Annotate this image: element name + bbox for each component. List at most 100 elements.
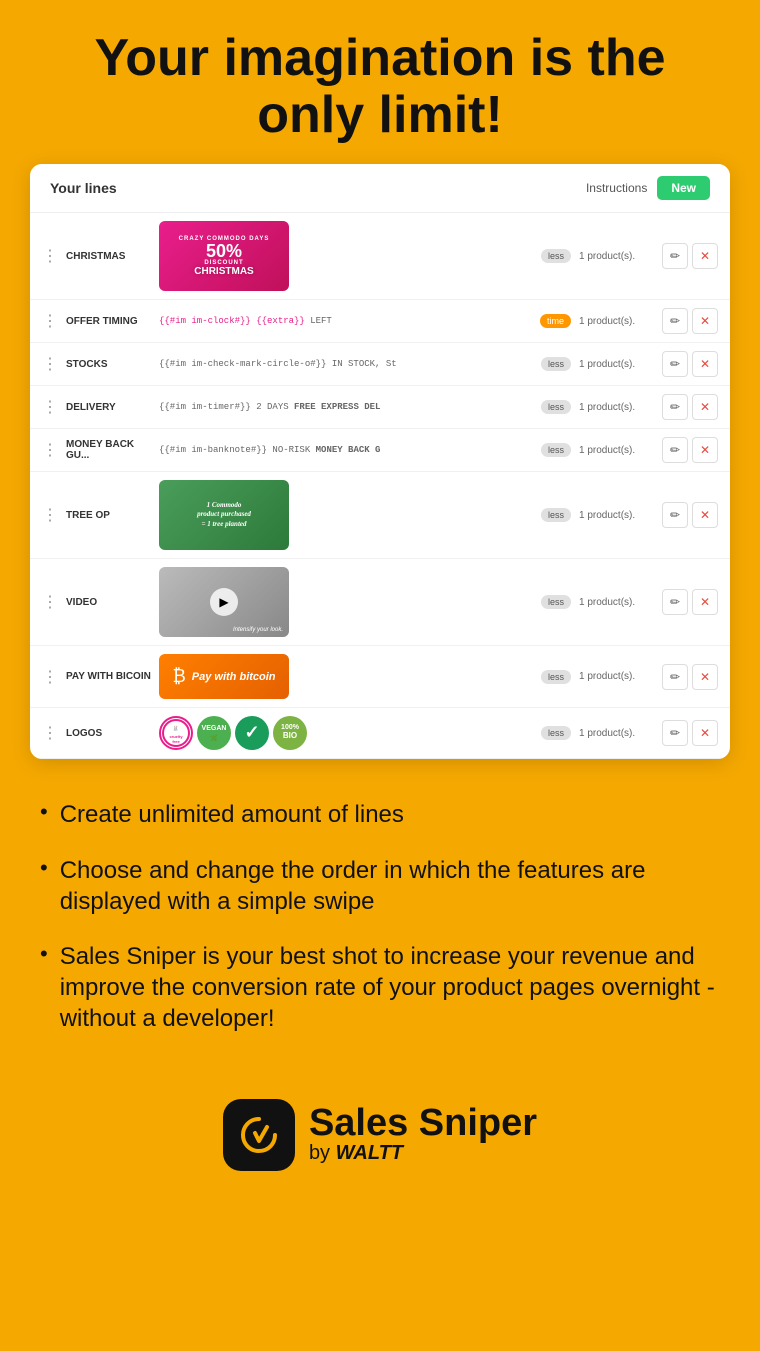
drag-handle[interactable]: ⋮ [42,667,58,687]
line-row: ⋮ LOGOS 🐰 cruelty free [30,708,730,759]
action-buttons: ✏ ✕ [662,502,718,528]
svg-text:🐰: 🐰 [173,725,179,732]
svg-text:free: free [172,739,180,744]
action-buttons: ✏ ✕ [662,243,718,269]
cruelty-free-logo: 🐰 cruelty free [159,716,193,750]
line-name: PAY WITH BICOIN [66,671,151,682]
brand-name-main: Sales Sniper [309,1104,537,1142]
badge: less [541,595,571,609]
line-preview: ₿ Pay with bitcoin [159,654,533,699]
badge: time [540,314,571,328]
app-header: Your lines Instructions New [30,164,730,213]
line-preview: {{#im im-timer#}} 2 DAYS FREE EXPRESS DE… [159,402,533,412]
line-name: OFFER TIMING [66,316,151,327]
line-row: ⋮ DELIVERY {{#im im-timer#}} 2 DAYS FREE… [30,386,730,429]
product-count: 1 product(s). [579,445,654,456]
product-count: 1 product(s). [579,510,654,521]
line-name: STOCKS [66,359,151,370]
drag-handle[interactable]: ⋮ [42,592,58,612]
drag-handle[interactable]: ⋮ [42,505,58,525]
app-header-title: Your lines [50,180,117,196]
delete-button[interactable]: ✕ [692,502,718,528]
bitcoin-text: Pay with bitcoin [192,671,276,683]
line-preview: CRAZY COMMODO DAYS 50% DISCOUNT CHRISTMA… [159,221,533,291]
delete-button[interactable]: ✕ [692,243,718,269]
delete-button[interactable]: ✕ [692,394,718,420]
line-name: VIDEO [66,597,151,608]
edit-button[interactable]: ✏ [662,589,688,615]
bullet-dot: • [40,941,48,967]
bullet-text: Create unlimited amount of lines [60,799,404,830]
action-buttons: ✏ ✕ [662,437,718,463]
edit-button[interactable]: ✏ [662,351,688,377]
tree-banner: 1 Commodoproduct purchased= 1 tree plant… [159,480,289,550]
bullet-item: • Choose and change the order in which t… [40,855,720,917]
delete-button[interactable]: ✕ [692,720,718,746]
edit-button[interactable]: ✏ [662,720,688,746]
line-row: ⋮ TREE OP 1 Commodoproduct purchased= 1 … [30,472,730,559]
edit-button[interactable]: ✏ [662,394,688,420]
edit-button[interactable]: ✏ [662,664,688,690]
brand-logo [223,1099,295,1171]
play-button[interactable]: ▶ [210,588,238,616]
lines-list: ⋮ CHRISTMAS CRAZY COMMODO DAYS 50% DISCO… [30,213,730,759]
drag-handle[interactable]: ⋮ [42,440,58,460]
instructions-link[interactable]: Instructions [586,181,647,195]
drag-handle[interactable]: ⋮ [42,311,58,331]
drag-handle[interactable]: ⋮ [42,354,58,374]
product-count: 1 product(s). [579,671,654,682]
product-count: 1 product(s). [579,597,654,608]
brand-name-sub: by WALTT [309,1142,537,1165]
line-row: ⋮ OFFER TIMING {{#im im-clock#}} {{extra… [30,300,730,343]
edit-button[interactable]: ✏ [662,437,688,463]
brand-company: WALTT [336,1142,403,1164]
svg-text:100%: 100% [281,724,300,731]
certified-logo: ✓ [235,716,269,750]
product-count: 1 product(s). [579,402,654,413]
line-row: ⋮ PAY WITH BICOIN ₿ Pay with bitcoin les… [30,646,730,708]
new-button[interactable]: New [657,176,710,200]
line-name: MONEY BACK GU... [66,439,151,461]
drag-handle[interactable]: ⋮ [42,723,58,743]
line-preview: {{#im im-banknote#}} NO-RISK MONEY BACK … [159,445,533,455]
svg-text:✓: ✓ [244,722,259,742]
brand-footer: Sales Sniper by WALTT [0,1079,760,1201]
line-name: LOGOS [66,728,151,739]
badge: less [541,508,571,522]
edit-button[interactable]: ✏ [662,502,688,528]
edit-button[interactable]: ✏ [662,243,688,269]
banner-xmas: CHRISTMAS [194,266,253,277]
edit-button[interactable]: ✏ [662,308,688,334]
app-window: Your lines Instructions New ⋮ CHRISTMAS … [30,164,730,759]
app-header-right: Instructions New [586,176,710,200]
delete-button[interactable]: ✕ [692,589,718,615]
svg-text:BIO: BIO [283,731,297,740]
christmas-banner: CRAZY COMMODO DAYS 50% DISCOUNT CHRISTMA… [159,221,289,291]
line-row: ⋮ MONEY BACK GU... {{#im im-banknote#}} … [30,429,730,472]
bullets-section: • Create unlimited amount of lines • Cho… [0,779,760,1078]
badge: less [541,726,571,740]
tree-text: 1 Commodoproduct purchased= 1 tree plant… [191,495,257,536]
bitcoin-banner: ₿ Pay with bitcoin [159,654,289,699]
delete-button[interactable]: ✕ [692,664,718,690]
drag-handle[interactable]: ⋮ [42,246,58,266]
badge: less [541,400,571,414]
product-count: 1 product(s). [579,359,654,370]
drag-handle[interactable]: ⋮ [42,397,58,417]
product-count: 1 product(s). [579,251,654,262]
line-row: ⋮ CHRISTMAS CRAZY COMMODO DAYS 50% DISCO… [30,213,730,300]
delete-button[interactable]: ✕ [692,351,718,377]
delete-button[interactable]: ✕ [692,308,718,334]
bullet-item: • Sales Sniper is your best shot to incr… [40,941,720,1035]
video-banner: ▶ Intensify your look. [159,567,289,637]
delete-button[interactable]: ✕ [692,437,718,463]
action-buttons: ✏ ✕ [662,589,718,615]
vegan-logo: VEGAN 🌿 [197,716,231,750]
line-row: ⋮ STOCKS {{#im im-check-mark-circle-o#}}… [30,343,730,386]
preview-text: {{#im im-check-mark-circle-o#}} IN STOCK… [159,359,397,369]
badge: less [541,357,571,371]
hero-title: Your imagination is the only limit! [0,0,760,164]
badge: less [541,443,571,457]
preview-text: {{#im im-banknote#}} NO-RISK MONEY BACK … [159,445,380,455]
action-buttons: ✏ ✕ [662,720,718,746]
